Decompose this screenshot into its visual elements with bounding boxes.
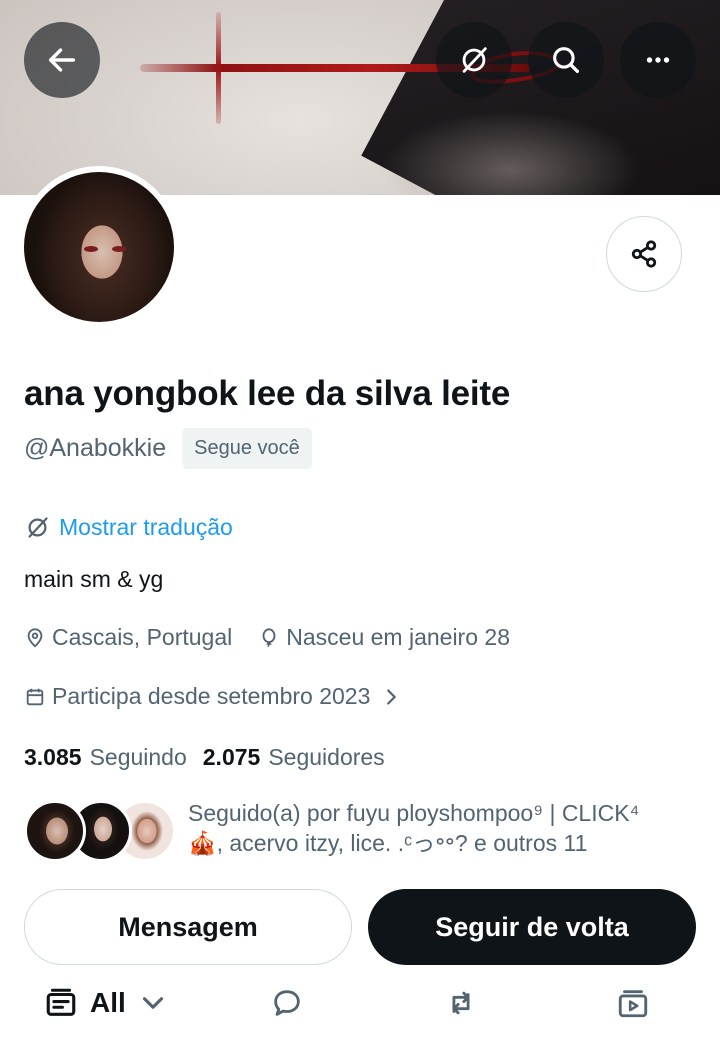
translate-label[interactable]: Mostrar tradução: [59, 514, 233, 541]
follow-back-button[interactable]: Seguir de volta: [368, 889, 696, 965]
chevron-right-icon: [387, 688, 397, 705]
followed-by-text[interactable]: Seguido(a) por fuyu ployshompoo⁹ | CLICK…: [188, 798, 678, 864]
chevron-down-icon[interactable]: [136, 986, 170, 1020]
avatar-eye-left: [84, 246, 98, 252]
repost-icon: [452, 991, 470, 1015]
share-icon: [631, 240, 657, 268]
followers-label[interactable]: Seguidores: [268, 744, 384, 771]
followers-count[interactable]: 2.075: [203, 744, 261, 771]
tab-all-label[interactable]: All: [90, 987, 126, 1019]
back-button[interactable]: [24, 22, 100, 98]
message-button[interactable]: Mensagem: [24, 889, 352, 965]
following-count[interactable]: 3.085: [24, 744, 82, 771]
tab-media[interactable]: [616, 986, 650, 1020]
birthday-text: Nasceu em janeiro 28: [286, 624, 510, 650]
tab-replies[interactable]: [270, 986, 304, 1020]
follow-stats: 3.085 Seguindo 2.075 Seguidores: [24, 744, 401, 771]
tab-all[interactable]: All: [44, 986, 170, 1020]
follows-you-badge: Segue você: [182, 428, 312, 469]
balloon-icon: [262, 627, 276, 647]
translate-icon: [28, 517, 48, 538]
show-translation-link[interactable]: Mostrar tradução: [24, 514, 233, 541]
avatar[interactable]: [24, 172, 174, 322]
avatar-container[interactable]: [18, 166, 180, 328]
followed-by-avatars: [24, 798, 176, 864]
video-stack-icon: [618, 990, 648, 1018]
display-name: ana yongbok lee da silva leite: [24, 374, 511, 413]
share-button[interactable]: [606, 216, 682, 292]
search-icon: [553, 47, 580, 74]
tab-reposts[interactable]: [444, 986, 478, 1020]
more-button[interactable]: [620, 22, 696, 98]
arrow-left-icon: [48, 48, 76, 72]
location-text: Cascais, Portugal: [52, 624, 233, 650]
reply-bubble-icon: [274, 990, 300, 1016]
joined-text: Participa desde setembro 2023: [52, 683, 371, 709]
content-tabbar: All: [0, 980, 720, 1040]
joined-row[interactable]: Participa desde setembro 2023: [24, 683, 408, 710]
banner-shade: [380, 110, 640, 195]
more-horizontal-icon: [646, 57, 670, 63]
banner-tattoo-cross: [216, 12, 221, 124]
search-button[interactable]: [528, 22, 604, 98]
profile-meta-row: Cascais, Portugal Nasceu em janeiro 28: [24, 624, 536, 651]
calendar-icon: [26, 688, 44, 705]
translate-off-icon: [462, 47, 487, 73]
avatar-eye-right: [112, 246, 126, 252]
birthday: Nasceu em janeiro 28: [258, 624, 510, 651]
following-label[interactable]: Seguindo: [90, 744, 187, 771]
location: Cascais, Portugal: [24, 624, 232, 651]
username-handle: @Anabokkie: [24, 434, 167, 462]
handle-row: @Anabokkie Segue você: [24, 428, 312, 469]
followed-by-section[interactable]: Seguido(a) por fuyu ployshompoo⁹ | CLICK…: [24, 798, 678, 864]
follower-avatar: [24, 800, 86, 862]
translate-button[interactable]: [436, 22, 512, 98]
location-pin-icon: [27, 627, 43, 647]
feed-list-icon: [46, 988, 76, 1016]
profile-bio: main sm & yg: [24, 566, 164, 592]
